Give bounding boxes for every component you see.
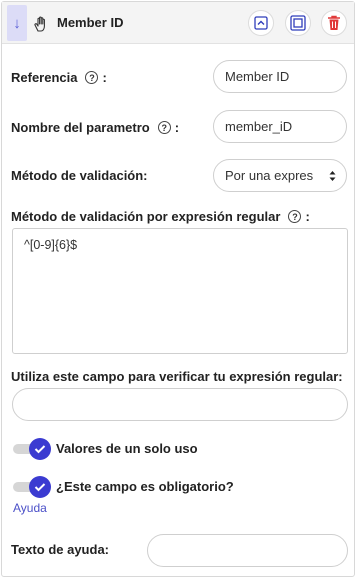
help-text-label-text: Texto de ayuda: [11, 542, 110, 557]
single-use-label: Valores de un solo uso [56, 441, 198, 456]
drag-hand-icon[interactable] [33, 15, 51, 33]
arrow-down-icon: ↓ [13, 14, 21, 32]
panel-header: ↓ Member ID [2, 2, 354, 44]
toggle-knob [29, 438, 51, 460]
nombre-parametro-label-text: Nombre del parametro [11, 120, 150, 135]
nombre-parametro-input[interactable]: member_iD [213, 110, 347, 143]
metodo-validacion-value: Por una expres [225, 168, 314, 183]
verify-label: Utiliza este campo para verificar tu exp… [11, 369, 343, 384]
referencia-label-text: Referencia [11, 70, 78, 85]
help-circle-icon[interactable]: ? [288, 210, 302, 223]
regex-value: ^[0-9]{6}$ [24, 238, 78, 252]
panel-title: Member ID [57, 15, 124, 30]
single-use-toggle[interactable] [13, 438, 51, 460]
nombre-parametro-value: member_iD [225, 119, 293, 134]
help-text-label: Texto de ayuda: [11, 542, 109, 557]
verify-input[interactable] [12, 388, 348, 421]
referencia-value: Member ID [225, 69, 290, 84]
checkmark-icon [34, 445, 46, 454]
delete-button[interactable] [321, 10, 347, 36]
colon: : [174, 120, 180, 135]
checkmark-icon [34, 483, 46, 492]
help-circle-icon[interactable]: ? [157, 121, 171, 134]
duplicate-button[interactable] [285, 10, 311, 36]
help-circle-icon[interactable]: ? [85, 71, 99, 84]
collapse-up-icon [254, 16, 268, 30]
required-label: ¿Este campo es obligatorio? [56, 479, 234, 494]
referencia-label: Referencia ? : [11, 70, 107, 85]
move-up-button[interactable] [248, 10, 274, 36]
required-toggle[interactable] [13, 476, 51, 498]
metodo-validacion-label: Método de validación: [11, 168, 148, 183]
collapse-toggle-button[interactable]: ↓ [7, 5, 27, 41]
regex-label: Método de validación por expresión regul… [11, 209, 310, 224]
referencia-input[interactable]: Member ID [213, 60, 347, 93]
toggle-knob [29, 476, 51, 498]
help-text-input[interactable] [147, 534, 348, 567]
select-arrows-icon [329, 171, 336, 181]
colon: : [102, 70, 107, 85]
regex-label-text: Método de validación por expresión regul… [11, 209, 281, 224]
trash-icon [328, 15, 340, 30]
colon: : [305, 209, 310, 224]
regex-textarea[interactable]: ^[0-9]{6}$ [12, 228, 348, 354]
field-panel: ↓ Member ID Referencia ?: Member ID Nom… [1, 1, 355, 577]
verify-label-text: Utiliza este campo para verificar tu exp… [11, 369, 343, 384]
help-link[interactable]: Ayuda [13, 501, 47, 515]
metodo-validacion-label-text: Método de validación: [11, 168, 148, 183]
duplicate-icon [290, 15, 306, 31]
metodo-validacion-select[interactable]: Por una expres [213, 159, 347, 192]
nombre-parametro-label: Nombre del parametro ? : [11, 120, 179, 135]
